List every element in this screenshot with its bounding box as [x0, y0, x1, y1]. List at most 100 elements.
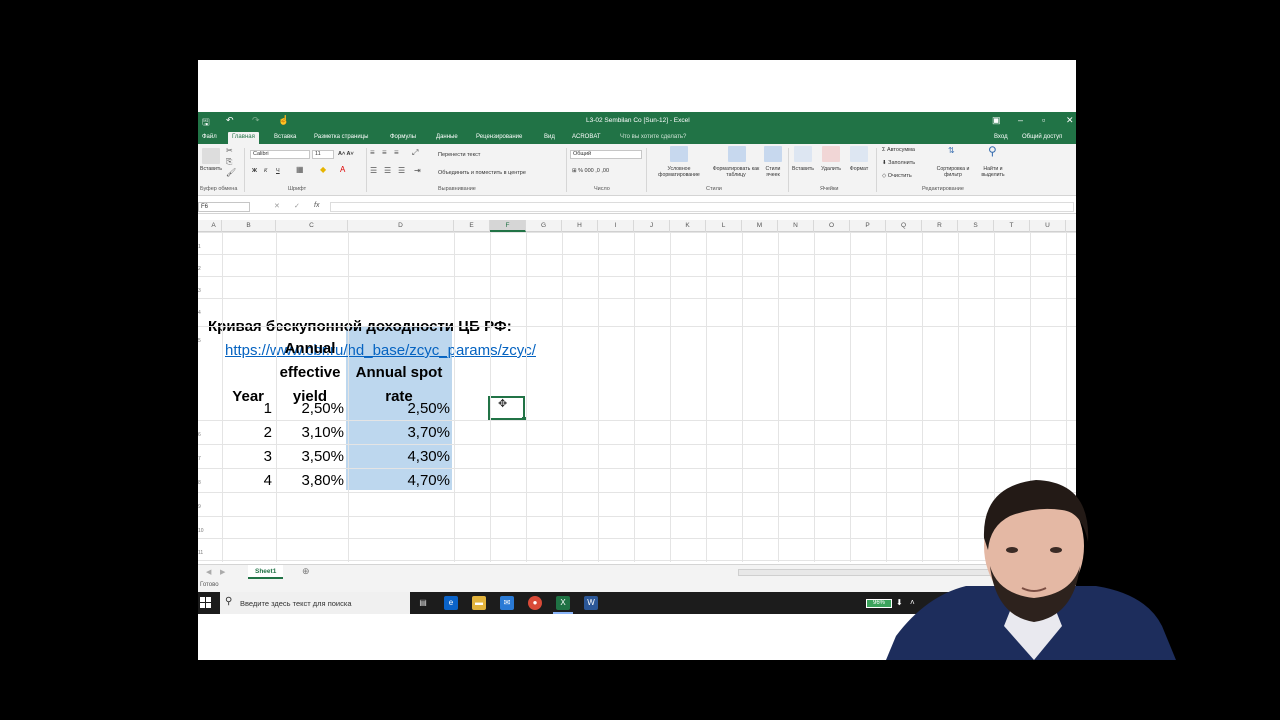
conditional-format-button[interactable]: Условное форматирование — [648, 166, 710, 178]
font-color-icon[interactable]: A — [340, 165, 345, 174]
borders-icon[interactable]: ▦ — [296, 165, 304, 174]
column-header-u[interactable]: U — [1030, 220, 1066, 232]
cell-year[interactable]: 2 — [198, 424, 272, 441]
row-header[interactable]: 11 — [198, 550, 205, 556]
cell-spot-rate[interactable]: 4,70% — [346, 472, 450, 489]
column-header-m[interactable]: M — [742, 220, 778, 232]
sort-filter-icon[interactable]: ⇅ — [948, 146, 955, 155]
add-sheet-icon[interactable]: ⊕ — [302, 566, 310, 577]
share-button[interactable]: Общий доступ — [1018, 132, 1066, 144]
orientation-icon[interactable]: ⤢ — [412, 148, 418, 158]
row-header[interactable]: 2 — [198, 266, 205, 272]
bold-button[interactable]: Ж — [252, 168, 257, 174]
find-select-icon[interactable]: ⚲ — [988, 144, 997, 158]
delete-cells-button[interactable]: Удалить — [816, 166, 846, 172]
tab-insert[interactable]: Вставка — [270, 132, 300, 144]
touch-icon[interactable]: ☝ — [278, 115, 289, 126]
align-top-icon[interactable]: ≡ — [370, 148, 375, 157]
column-header-o[interactable]: O — [814, 220, 850, 232]
taskbar-search[interactable]: ⚲ Введите здесь текст для поиска — [220, 592, 410, 614]
column-header-h[interactable]: H — [562, 220, 598, 232]
tab-review[interactable]: Рецензирование — [472, 132, 526, 144]
word-icon[interactable]: W — [584, 596, 598, 610]
name-box[interactable]: F6 — [198, 202, 250, 212]
cell-spot-rate[interactable]: 3,70% — [346, 424, 450, 441]
format-cells-button[interactable]: Формат — [844, 166, 874, 172]
tab-acrobat[interactable]: ACROBAT — [568, 132, 605, 144]
column-header-s[interactable]: S — [958, 220, 994, 232]
insert-cells-icon[interactable] — [794, 146, 812, 162]
formula-input[interactable] — [330, 202, 1074, 212]
column-header-f[interactable]: F — [490, 220, 526, 232]
redo-icon[interactable]: ↷ — [252, 115, 260, 126]
row-header[interactable]: 10 — [198, 528, 205, 534]
wrap-text-button[interactable]: Перенести текст — [438, 152, 480, 158]
format-as-table-button[interactable]: Форматировать как таблицу — [708, 166, 764, 178]
cell-styles-icon[interactable] — [764, 146, 782, 162]
row-header[interactable]: 5 — [198, 338, 205, 344]
column-header-r[interactable]: R — [922, 220, 958, 232]
underline-button[interactable]: Ч — [276, 168, 280, 174]
prev-sheet-icon[interactable]: ◀ — [206, 568, 211, 576]
cancel-icon[interactable]: ✕ — [274, 202, 280, 210]
column-header-e[interactable]: E — [454, 220, 490, 232]
number-format-buttons[interactable]: ⊞ % 000 ,0 ,00 — [572, 168, 609, 174]
row-header[interactable]: 4 — [198, 310, 205, 316]
row-header[interactable]: 1 — [198, 244, 205, 250]
undo-icon[interactable]: ↶ — [226, 115, 234, 126]
column-header-d[interactable]: D — [348, 220, 454, 232]
column-header-a[interactable]: A — [206, 220, 222, 232]
copy-icon[interactable]: ⎘ — [226, 157, 232, 167]
font-size-select[interactable]: 11 — [312, 150, 334, 159]
paste-button[interactable] — [202, 148, 220, 164]
save-icon[interactable]: 🖫 — [202, 115, 210, 131]
windows-start-icon[interactable] — [200, 597, 211, 608]
cell-year[interactable]: 4 — [198, 472, 272, 489]
align-right-icon[interactable]: ☰ — [398, 166, 405, 175]
cell-spot-rate[interactable]: 2,50% — [346, 400, 450, 417]
sign-in-link[interactable]: Вход — [990, 132, 1012, 144]
header-spot-line1[interactable]: Annual spot — [346, 364, 452, 381]
next-sheet-icon[interactable]: ▶ — [220, 568, 225, 576]
edge-icon[interactable]: e — [444, 596, 458, 610]
cell-effective-yield[interactable]: 3,80% — [276, 472, 344, 489]
font-name-select[interactable]: Calibri — [250, 150, 310, 159]
tab-page-layout[interactable]: Разметка страницы — [310, 132, 372, 144]
cell-styles-button[interactable]: Стили ячеек — [760, 166, 786, 178]
column-header-c[interactable]: C — [276, 220, 348, 232]
header-yield-line1[interactable]: Annual — [276, 340, 344, 357]
tab-data[interactable]: Данные — [432, 132, 462, 144]
fill-button[interactable]: ⬇ Заполнить — [882, 160, 915, 166]
row-header[interactable]: 3 — [198, 288, 205, 294]
task-view-icon[interactable]: ▤ — [416, 596, 430, 610]
italic-button[interactable]: К — [264, 168, 267, 174]
delete-cells-icon[interactable] — [822, 146, 840, 162]
column-header-k[interactable]: K — [670, 220, 706, 232]
cell-year[interactable]: 3 — [198, 448, 272, 465]
fill-color-icon[interactable]: ◆ — [320, 165, 326, 174]
excel-icon[interactable]: X — [556, 596, 570, 610]
align-bottom-icon[interactable]: ≡ — [394, 148, 399, 157]
enter-icon[interactable]: ✓ — [294, 202, 300, 210]
column-header-b[interactable]: B — [222, 220, 276, 232]
column-header-p[interactable]: P — [850, 220, 886, 232]
file-explorer-icon[interactable]: ▬ — [472, 596, 486, 610]
tab-formulas[interactable]: Формулы — [386, 132, 420, 144]
close-icon[interactable]: ✕ — [1066, 115, 1074, 126]
conditional-format-icon[interactable] — [670, 146, 688, 162]
column-header-i[interactable]: I — [598, 220, 634, 232]
column-header-g[interactable]: G — [526, 220, 562, 232]
sheet-tab-sheet1[interactable]: Sheet1 — [248, 565, 284, 579]
align-center-icon[interactable]: ☰ — [384, 166, 391, 175]
clear-button[interactable]: ◇ Очистить — [882, 173, 912, 179]
ribbon-options-icon[interactable]: ▣ — [992, 115, 1001, 126]
insert-function-icon[interactable]: fx — [314, 202, 319, 209]
minimize-icon[interactable]: – — [1018, 115, 1023, 125]
column-header-n[interactable]: N — [778, 220, 814, 232]
number-format-select[interactable]: Общий — [570, 150, 642, 159]
header-yield-line2[interactable]: effective — [276, 364, 344, 381]
indent-icon[interactable]: ⇥ — [414, 166, 421, 175]
find-select-button[interactable]: Найти и выделить — [974, 166, 1012, 178]
format-as-table-icon[interactable] — [728, 146, 746, 162]
column-header-j[interactable]: J — [634, 220, 670, 232]
